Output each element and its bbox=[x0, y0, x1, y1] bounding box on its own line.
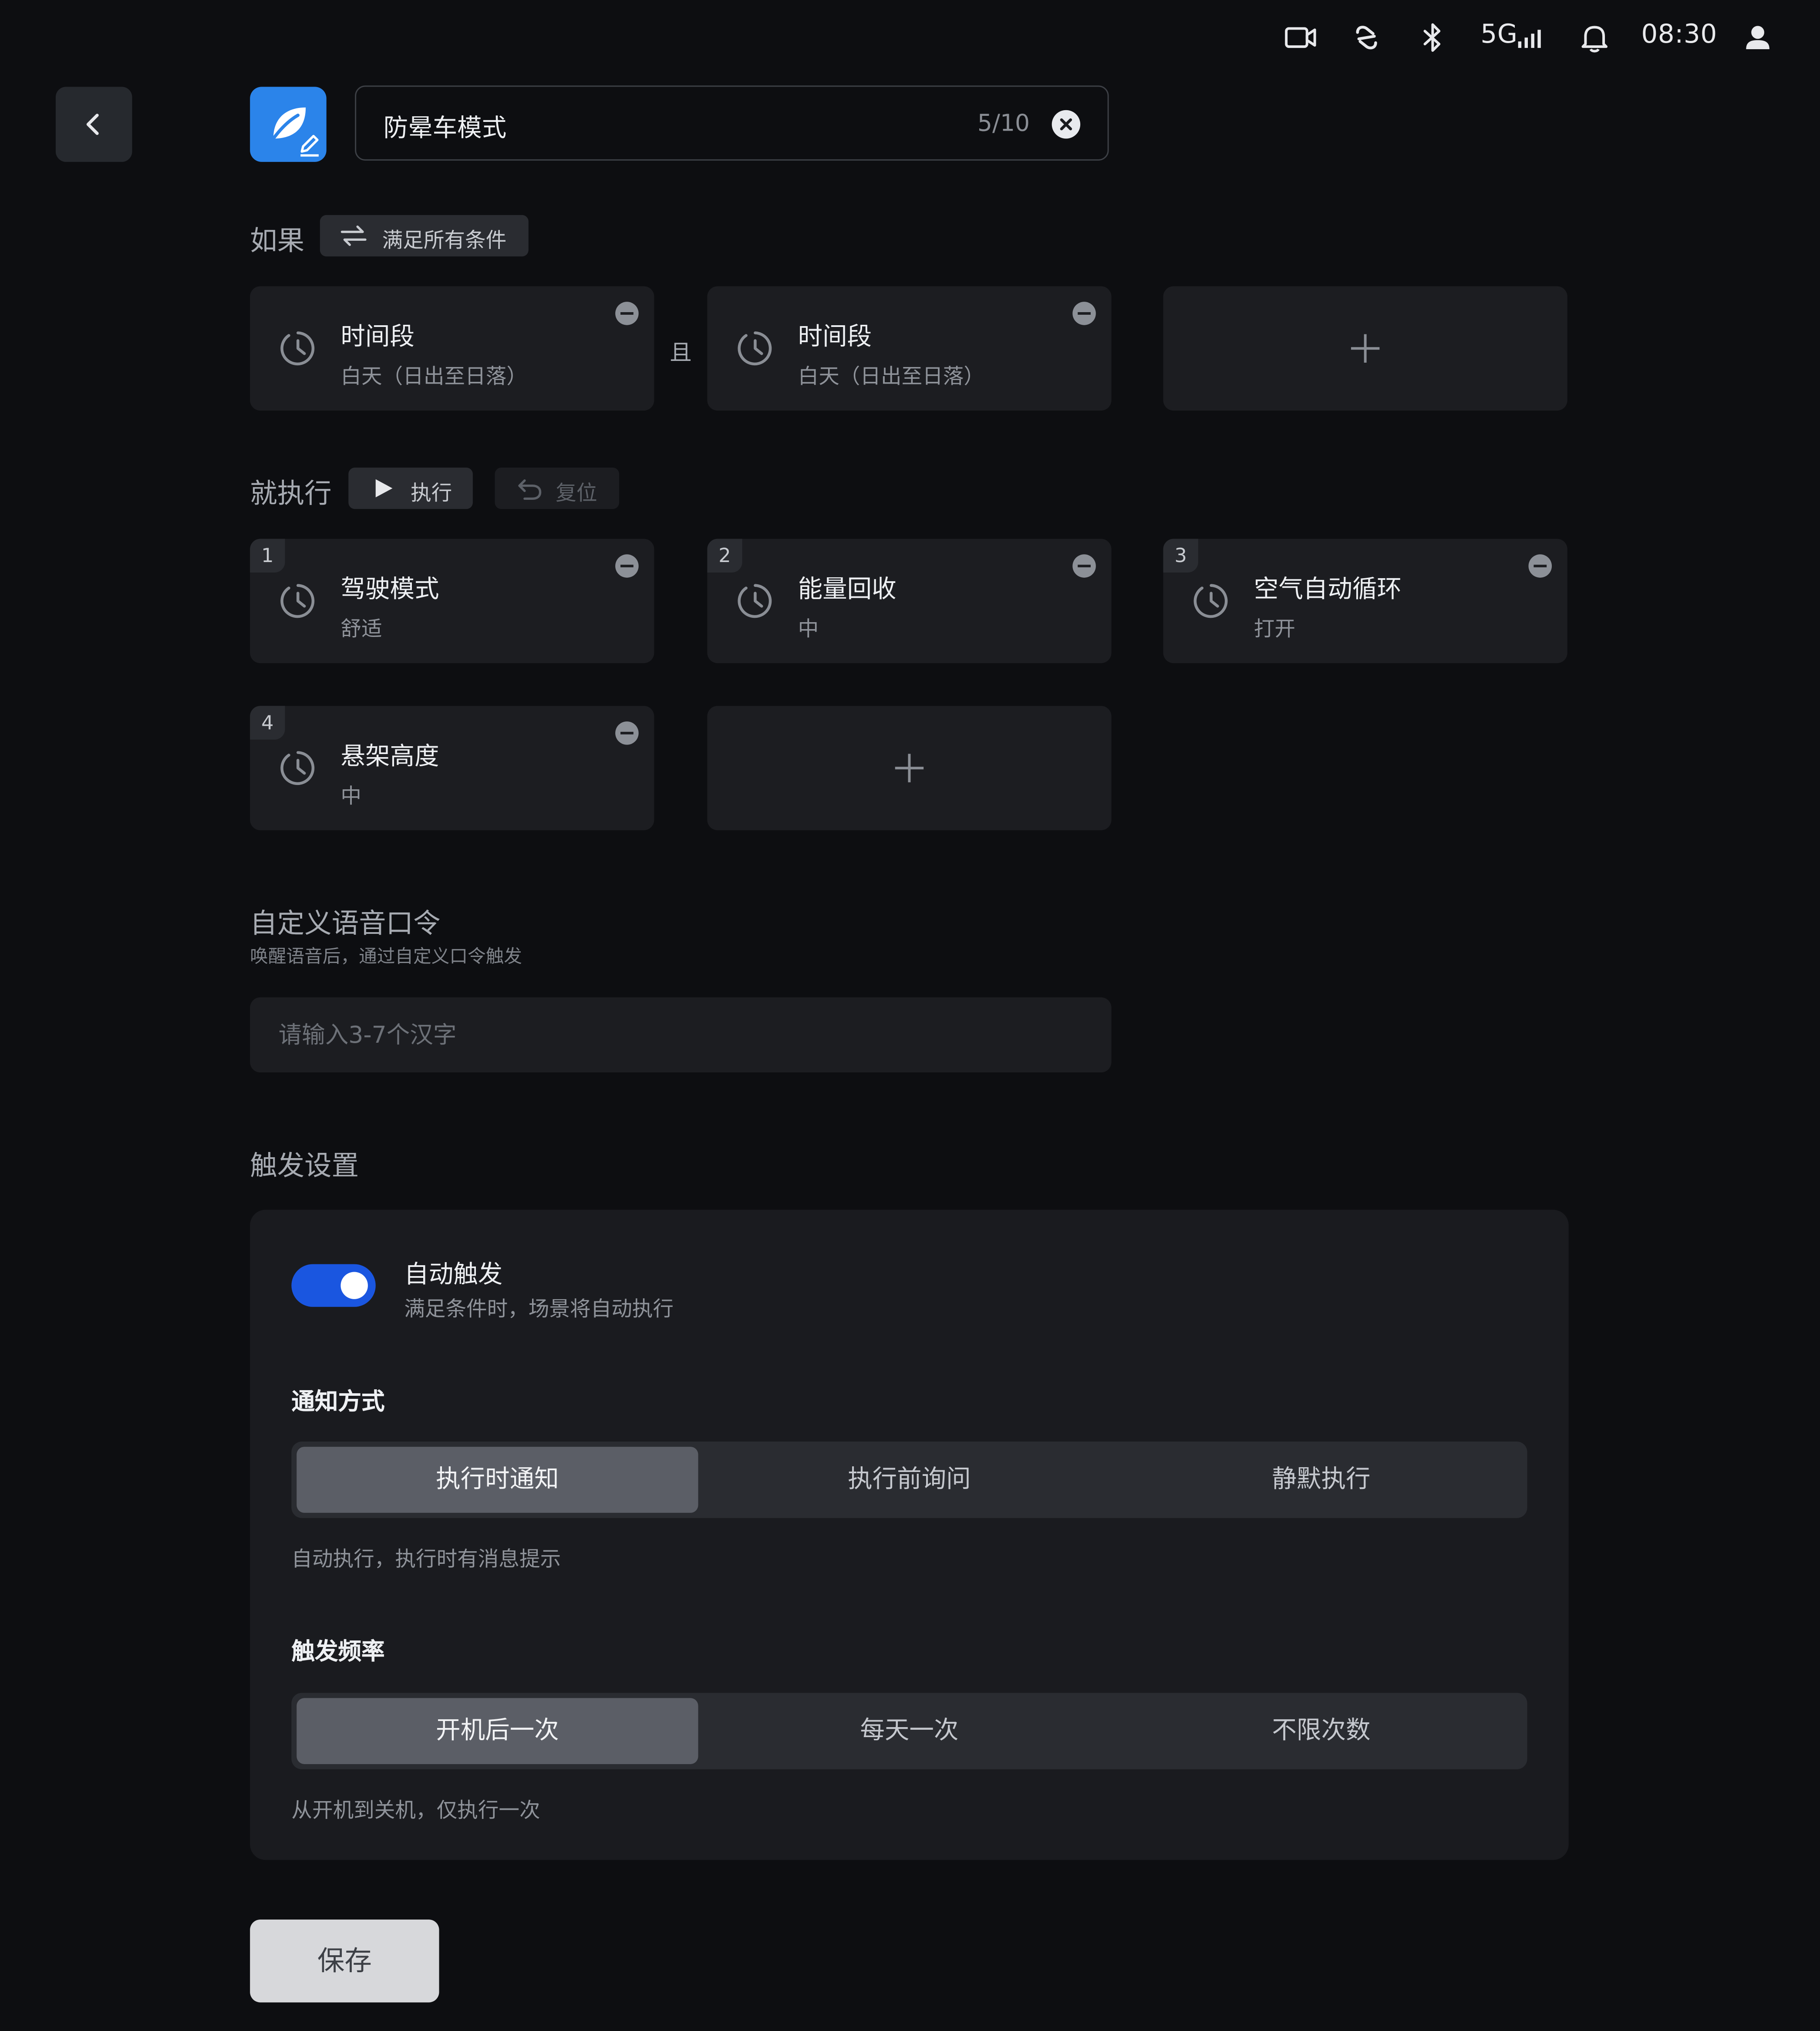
clock-icon bbox=[1192, 582, 1230, 620]
condition-card[interactable]: 时间段 白天（日出至日落） bbox=[707, 286, 1112, 411]
minus-icon bbox=[1534, 565, 1547, 568]
condition-title: 时间段 bbox=[798, 322, 872, 351]
reset-button[interactable]: 复位 bbox=[495, 467, 620, 509]
clock-icon bbox=[736, 329, 775, 368]
minus-icon bbox=[620, 565, 634, 568]
action-card[interactable]: 1 驾驶模式 舒适 bbox=[250, 539, 654, 664]
action-index-badge: 3 bbox=[1163, 539, 1198, 573]
toggle-knob bbox=[340, 1272, 368, 1299]
notify-option-silent[interactable]: 静默执行 bbox=[1120, 1447, 1522, 1513]
save-button[interactable]: 保存 bbox=[250, 1919, 439, 2003]
minus-icon bbox=[620, 312, 634, 315]
bell-icon[interactable] bbox=[1578, 21, 1611, 54]
action-value: 中 bbox=[340, 783, 362, 808]
action-card[interactable]: 4 悬架高度 中 bbox=[250, 706, 654, 830]
frequency-option-daily[interactable]: 每天一次 bbox=[708, 1698, 1110, 1764]
voice-command-field[interactable] bbox=[250, 997, 1112, 1073]
voice-section-title: 自定义语音口令 bbox=[250, 908, 441, 939]
action-value: 中 bbox=[798, 616, 819, 641]
action-title: 驾驶模式 bbox=[340, 575, 439, 604]
remove-condition-button[interactable] bbox=[1072, 302, 1096, 325]
network-type: 5G bbox=[1480, 18, 1518, 50]
auto-trigger-desc: 满足条件时，场景将自动执行 bbox=[404, 1296, 674, 1321]
screen: 5G 08:30 防晕车模式 5/10 如果 满足所有条件 时间段 白天（日出至… bbox=[0, 0, 1820, 2031]
action-section-title: 就执行 bbox=[250, 478, 332, 509]
remove-action-button[interactable] bbox=[615, 554, 639, 578]
bluetooth-icon bbox=[1416, 21, 1449, 54]
notify-option-ask-before[interactable]: 执行前询问 bbox=[708, 1447, 1110, 1513]
auto-trigger-toggle[interactable] bbox=[291, 1264, 376, 1307]
notify-segmented-control: 执行时通知 执行前询问 静默执行 bbox=[291, 1442, 1527, 1518]
action-value: 打开 bbox=[1254, 616, 1296, 641]
condition-value: 白天（日出至日落） bbox=[340, 364, 527, 389]
frequency-hint: 从开机到关机，仅执行一次 bbox=[291, 1798, 540, 1822]
clock: 08:30 bbox=[1641, 18, 1717, 50]
swap-arrows-icon bbox=[339, 223, 367, 249]
remove-condition-button[interactable] bbox=[615, 302, 639, 325]
minus-icon bbox=[1078, 312, 1091, 315]
remove-action-button[interactable] bbox=[615, 721, 639, 745]
frequency-title: 触发频率 bbox=[291, 1638, 385, 1666]
reset-label: 复位 bbox=[556, 480, 597, 505]
clock-icon bbox=[279, 749, 317, 788]
play-icon bbox=[373, 478, 394, 499]
clock-icon bbox=[279, 582, 317, 620]
frequency-option-once-per-boot[interactable]: 开机后一次 bbox=[297, 1698, 698, 1764]
chevron-left-icon bbox=[78, 109, 109, 140]
auto-trigger-label: 自动触发 bbox=[404, 1260, 503, 1289]
close-icon bbox=[1058, 117, 1074, 132]
condition-card[interactable]: 时间段 白天（日出至日落） bbox=[250, 286, 654, 411]
clock-icon bbox=[736, 582, 775, 620]
voice-section-subtitle: 唤醒语音后，通过自定义口令触发 bbox=[250, 946, 522, 968]
action-title: 能量回收 bbox=[798, 575, 897, 604]
frequency-option-unlimited[interactable]: 不限次数 bbox=[1120, 1698, 1522, 1764]
notify-hint: 自动执行，执行时有消息提示 bbox=[291, 1546, 561, 1571]
scene-editor: 5G 08:30 防晕车模式 5/10 如果 满足所有条件 时间段 白天（日出至… bbox=[0, 0, 1820, 2021]
add-condition-button[interactable] bbox=[1163, 286, 1567, 411]
action-title: 悬架高度 bbox=[340, 742, 439, 771]
name-char-counter: 5/10 bbox=[977, 110, 1030, 138]
add-action-button[interactable] bbox=[707, 706, 1112, 830]
voice-command-input[interactable] bbox=[250, 997, 1112, 1073]
trigger-settings-panel: 自动触发 满足条件时，场景将自动执行 通知方式 执行时通知 执行前询问 静默执行… bbox=[250, 1209, 1569, 1860]
link-icon bbox=[1350, 21, 1383, 54]
action-title: 空气自动循环 bbox=[1254, 575, 1402, 604]
trigger-section-title: 触发设置 bbox=[250, 1150, 359, 1182]
scene-name-value[interactable]: 防晕车模式 bbox=[384, 109, 507, 144]
edit-pencil-icon bbox=[297, 132, 323, 158]
undo-icon bbox=[517, 477, 543, 500]
action-index-badge: 2 bbox=[707, 539, 742, 573]
condition-title: 时间段 bbox=[340, 322, 415, 351]
run-label: 执行 bbox=[411, 480, 452, 505]
notify-title: 通知方式 bbox=[291, 1388, 385, 1416]
condition-value: 白天（日出至日落） bbox=[798, 364, 985, 389]
remove-action-button[interactable] bbox=[1528, 554, 1552, 578]
scene-icon-button[interactable] bbox=[250, 87, 327, 162]
back-button[interactable] bbox=[55, 87, 132, 162]
remove-action-button[interactable] bbox=[1072, 554, 1096, 578]
notify-option-on-execute[interactable]: 执行时通知 bbox=[297, 1447, 698, 1513]
signal-icon bbox=[1516, 21, 1547, 54]
action-index-badge: 4 bbox=[250, 706, 285, 740]
frequency-segmented-control: 开机后一次 每天一次 不限次数 bbox=[291, 1693, 1527, 1769]
condition-connector: 且 bbox=[670, 340, 692, 367]
run-button[interactable]: 执行 bbox=[348, 467, 473, 509]
action-card[interactable]: 3 空气自动循环 打开 bbox=[1163, 539, 1567, 664]
match-mode-label: 满足所有条件 bbox=[382, 228, 507, 253]
clear-name-button[interactable] bbox=[1052, 110, 1081, 139]
dashcam-icon bbox=[1284, 21, 1317, 54]
scene-name-field[interactable]: 防晕车模式 5/10 bbox=[355, 85, 1109, 161]
minus-icon bbox=[620, 731, 634, 734]
action-card[interactable]: 2 能量回收 中 bbox=[707, 539, 1112, 664]
minus-icon bbox=[1078, 565, 1091, 568]
user-icon[interactable] bbox=[1741, 21, 1774, 54]
condition-section-title: 如果 bbox=[250, 225, 305, 257]
match-mode-button[interactable]: 满足所有条件 bbox=[320, 215, 529, 257]
clock-icon bbox=[279, 329, 317, 368]
action-value: 舒适 bbox=[340, 616, 382, 641]
action-index-badge: 1 bbox=[250, 539, 285, 573]
